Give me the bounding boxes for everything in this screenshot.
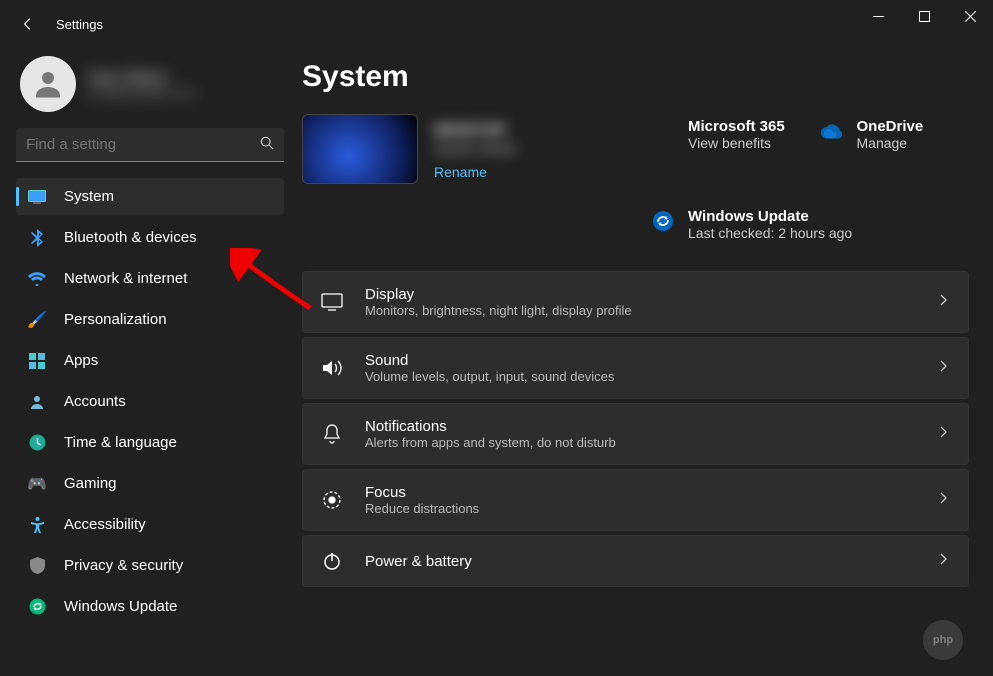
sidebar-item-label: Time & language: [64, 434, 177, 451]
system-icon: [28, 188, 46, 206]
minimize-button[interactable]: [855, 0, 901, 32]
sidebar-item-label: Personalization: [64, 311, 167, 328]
bell-icon: [321, 423, 343, 445]
setting-sub: Reduce distractions: [365, 501, 918, 516]
setting-notifications[interactable]: Notifications Alerts from apps and syste…: [302, 403, 969, 465]
sidebar-item-label: Accessibility: [64, 516, 146, 533]
setting-title: Notifications: [365, 418, 918, 435]
device-block: DESKTOP System Model Rename: [302, 114, 632, 184]
sidebar-item-network[interactable]: Network & internet: [16, 260, 284, 297]
device-thumbnail: [302, 114, 418, 184]
tile-title: OneDrive: [857, 118, 924, 135]
setting-sub: Monitors, brightness, night light, displ…: [365, 303, 918, 318]
search-input[interactable]: [16, 128, 284, 162]
sidebar-item-label: Accounts: [64, 393, 126, 410]
chevron-right-icon: [940, 491, 948, 509]
update-icon: [652, 210, 674, 232]
setting-power-battery[interactable]: Power & battery: [302, 535, 969, 587]
settings-window: Settings User Name user@example.com: [0, 0, 993, 676]
setting-title: Display: [365, 286, 918, 303]
device-name: DESKTOP: [434, 122, 516, 139]
update-icon: [28, 598, 46, 616]
sidebar-item-label: Gaming: [64, 475, 117, 492]
profile-email: user@example.com: [88, 86, 195, 100]
sidebar: User Name user@example.com System: [0, 48, 300, 676]
tile-sub: View benefits: [688, 135, 785, 151]
setting-focus[interactable]: Focus Reduce distractions: [302, 469, 969, 531]
setting-title: Power & battery: [365, 553, 918, 570]
shield-icon: [28, 557, 46, 575]
main-content: System DESKTOP System Model Rename Micro…: [300, 48, 993, 676]
sidebar-item-time-language[interactable]: Time & language: [16, 424, 284, 461]
settings-list: Display Monitors, brightness, night ligh…: [302, 271, 969, 587]
profile-text: User Name user@example.com: [88, 69, 195, 100]
sidebar-item-label: Privacy & security: [64, 557, 183, 574]
chevron-right-icon: [940, 425, 948, 443]
window-controls: [855, 0, 993, 32]
sidebar-item-bluetooth[interactable]: Bluetooth & devices: [16, 219, 284, 256]
tile-sub: Manage: [857, 135, 924, 151]
accessibility-icon: [28, 516, 46, 534]
titlebar: Settings: [0, 0, 993, 48]
tile-windows-update[interactable]: Windows Update Last checked: 2 hours ago: [652, 204, 969, 241]
page-title: System: [302, 60, 969, 94]
display-icon: [321, 291, 343, 313]
profile-block[interactable]: User Name user@example.com: [4, 48, 296, 128]
sidebar-item-privacy[interactable]: Privacy & security: [16, 547, 284, 584]
device-model: System Model: [434, 141, 516, 156]
power-icon: [321, 550, 343, 572]
sidebar-item-label: Bluetooth & devices: [64, 229, 197, 246]
sidebar-item-label: System: [64, 188, 114, 205]
accounts-icon: [28, 393, 46, 411]
app-title: Settings: [56, 17, 103, 32]
tile-m365[interactable]: Microsoft 365 View benefits: [652, 114, 801, 184]
bluetooth-icon: [28, 229, 46, 247]
back-button[interactable]: [16, 12, 40, 36]
clock-icon: [28, 434, 46, 452]
maximize-button[interactable]: [901, 0, 947, 32]
tile-sub: Last checked: 2 hours ago: [688, 225, 852, 241]
paintbrush-icon: 🖌️: [28, 311, 46, 329]
wifi-icon: [28, 270, 46, 288]
m365-icon: [652, 120, 674, 142]
nav: System Bluetooth & devices Network & int…: [4, 174, 296, 625]
info-grid: DESKTOP System Model Rename Microsoft 36…: [302, 114, 969, 241]
sidebar-item-gaming[interactable]: 🎮 Gaming: [16, 465, 284, 502]
sound-icon: [321, 357, 343, 379]
sidebar-item-apps[interactable]: Apps: [16, 342, 284, 379]
body: User Name user@example.com System: [0, 48, 993, 676]
chevron-right-icon: [940, 359, 948, 377]
watermark-badge: php: [923, 620, 963, 660]
avatar: [20, 56, 76, 112]
sidebar-item-accounts[interactable]: Accounts: [16, 383, 284, 420]
setting-sub: Volume levels, output, input, sound devi…: [365, 369, 918, 384]
rename-link[interactable]: Rename: [434, 164, 487, 180]
setting-title: Focus: [365, 484, 918, 501]
onedrive-icon: [821, 120, 843, 142]
tile-onedrive[interactable]: OneDrive Manage: [821, 114, 970, 184]
chevron-right-icon: [940, 293, 948, 311]
sidebar-item-personalization[interactable]: 🖌️ Personalization: [16, 301, 284, 338]
setting-sound[interactable]: Sound Volume levels, output, input, soun…: [302, 337, 969, 399]
tile-title: Microsoft 365: [688, 118, 785, 135]
search-wrap: [4, 128, 296, 174]
sidebar-item-windows-update[interactable]: Windows Update: [16, 588, 284, 625]
chevron-right-icon: [940, 552, 948, 570]
setting-title: Sound: [365, 352, 918, 369]
gaming-icon: 🎮: [28, 475, 46, 493]
profile-name: User Name: [88, 69, 195, 86]
sidebar-item-accessibility[interactable]: Accessibility: [16, 506, 284, 543]
sidebar-item-label: Windows Update: [64, 598, 177, 615]
sidebar-item-label: Network & internet: [64, 270, 187, 287]
tile-title: Windows Update: [688, 208, 852, 225]
setting-display[interactable]: Display Monitors, brightness, night ligh…: [302, 271, 969, 333]
sidebar-item-label: Apps: [64, 352, 98, 369]
focus-icon: [321, 489, 343, 511]
apps-icon: [28, 352, 46, 370]
close-button[interactable]: [947, 0, 993, 32]
setting-sub: Alerts from apps and system, do not dist…: [365, 435, 918, 450]
sidebar-item-system[interactable]: System: [16, 178, 284, 215]
